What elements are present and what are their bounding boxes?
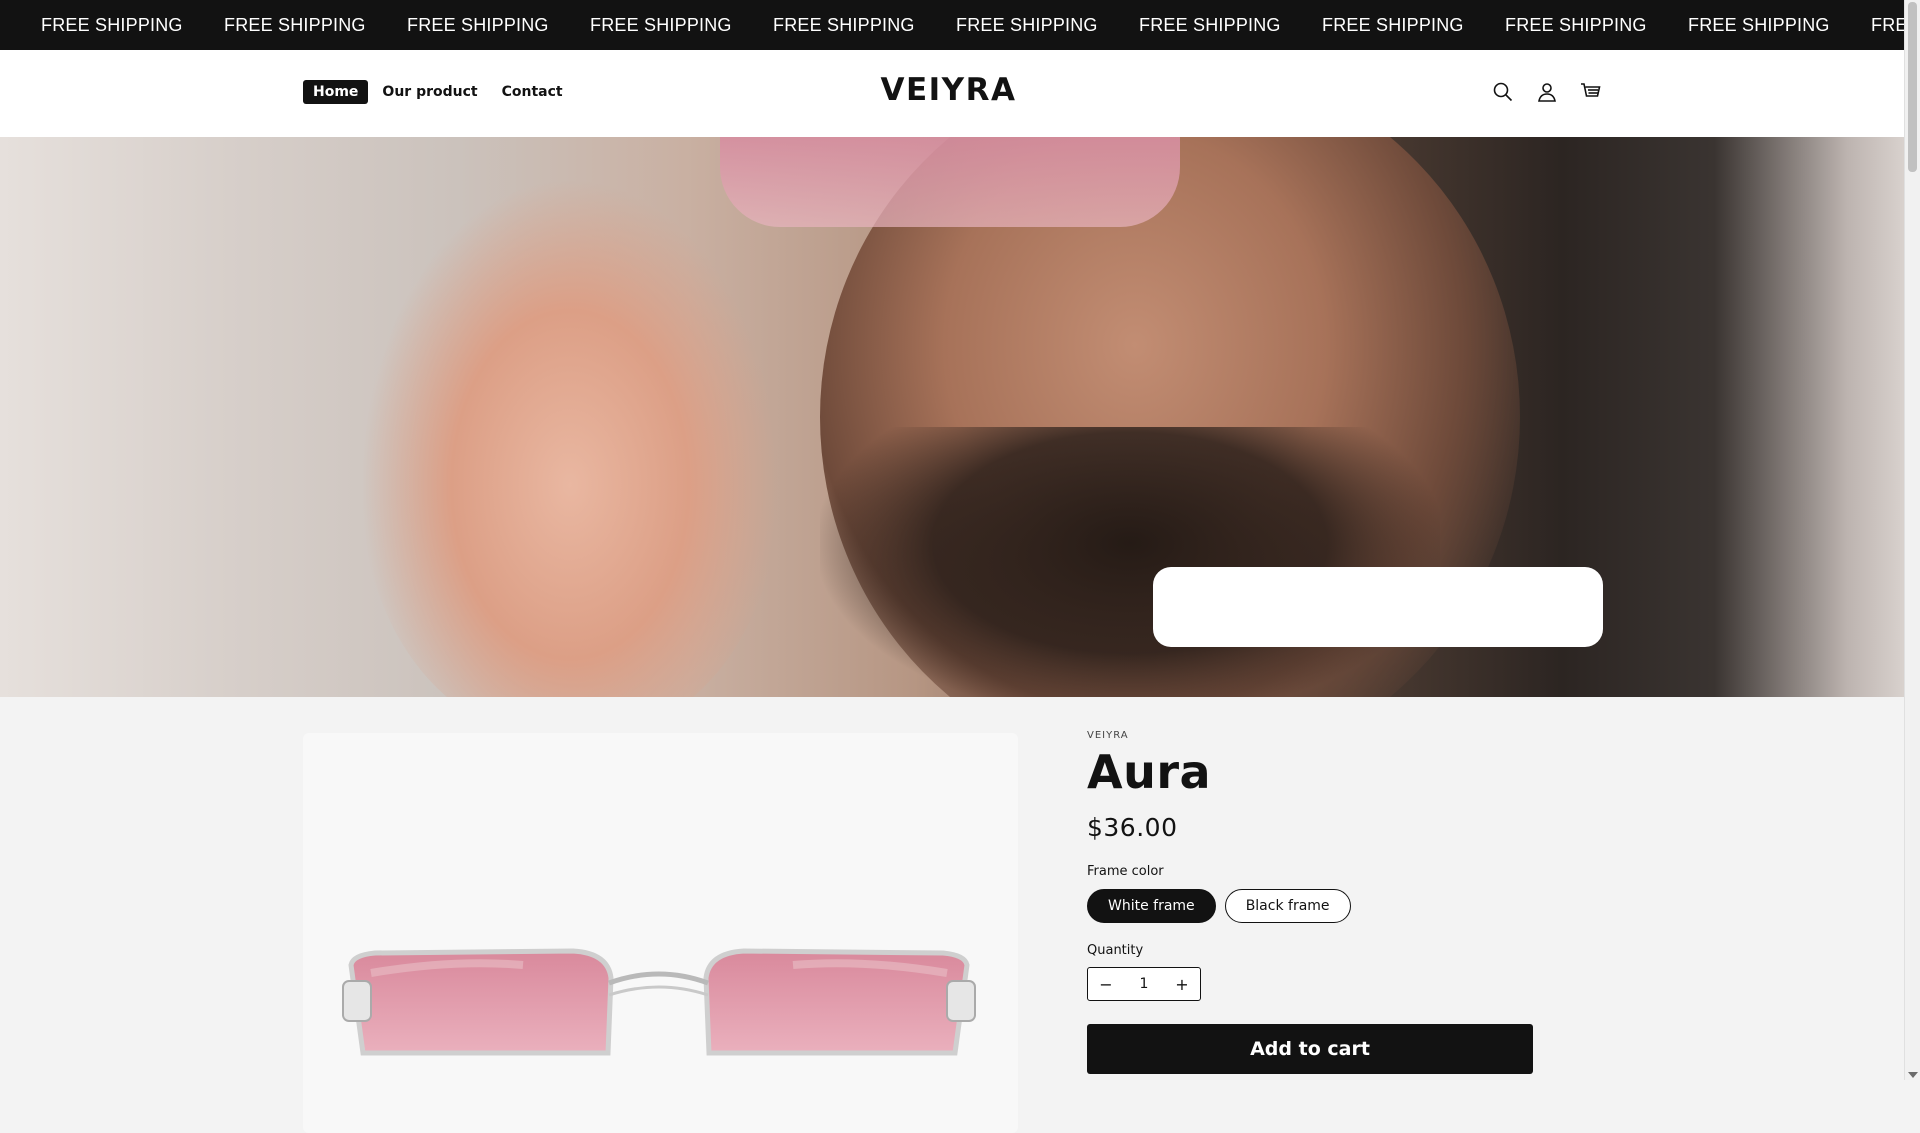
site-header: Home Our product Contact VEIYRA <box>0 50 1905 137</box>
variant-label: Frame color <box>1087 864 1164 879</box>
announcement-item: FREE SHIPPING <box>590 14 732 35</box>
announcement-track: FREE SHIPPING FREE SHIPPING FREE SHIPPIN… <box>41 0 1905 50</box>
variant-black-frame[interactable]: Black frame <box>1224 889 1351 923</box>
quantity-decrease-button[interactable]: − <box>1088 975 1124 994</box>
product-info: VEIYRA Aura $36.00 Frame color White fra… <box>1087 730 1547 1074</box>
variant-white-frame[interactable]: White frame <box>1087 889 1216 923</box>
header-icons <box>1490 79 1604 105</box>
product-title: Aura <box>1087 745 1212 799</box>
sunglasses-image <box>342 948 976 1056</box>
hero-text-card <box>1153 567 1603 647</box>
site-logo[interactable]: VEIYRA <box>0 72 1897 108</box>
announcement-item: FREE SHIPPING <box>773 14 915 35</box>
scrollbar-thumb[interactable] <box>1908 2 1917 172</box>
cart-icon[interactable] <box>1578 79 1604 105</box>
hero-hand-shape <box>360 177 780 697</box>
hero-sunglasses-shape <box>720 137 1180 227</box>
search-icon[interactable] <box>1490 79 1516 105</box>
announcement-item: FREE SHIPPING <box>1322 14 1464 35</box>
announcement-item: FREE SHIPPING <box>1871 14 1905 35</box>
quantity-stepper: − 1 + <box>1087 967 1201 1001</box>
announcement-item: FREE SHIPPING <box>1139 14 1281 35</box>
scroll-down-arrow-icon[interactable] <box>1908 1072 1918 1078</box>
product-price: $36.00 <box>1087 813 1178 842</box>
announcement-item: FREE SHIPPING <box>41 14 183 35</box>
variant-picker: White frame Black frame <box>1087 889 1547 923</box>
announcement-item: FREE SHIPPING <box>407 14 549 35</box>
page-scrollbar[interactable] <box>1904 0 1920 1080</box>
quantity-label: Quantity <box>1087 943 1144 958</box>
add-to-cart-button[interactable]: Add to cart <box>1087 1024 1533 1074</box>
quantity-increase-button[interactable]: + <box>1164 975 1200 994</box>
announcement-item: FREE SHIPPING <box>224 14 366 35</box>
product-vendor: VEIYRA <box>1087 730 1129 741</box>
announcement-bar: FREE SHIPPING FREE SHIPPING FREE SHIPPIN… <box>0 0 1905 50</box>
product-image[interactable] <box>303 733 1018 1133</box>
quantity-input[interactable]: 1 <box>1124 976 1164 992</box>
announcement-item: FREE SHIPPING <box>956 14 1098 35</box>
hero-beard-shape <box>820 427 1440 697</box>
announcement-item: FREE SHIPPING <box>1688 14 1830 35</box>
announcement-item: FREE SHIPPING <box>1505 14 1647 35</box>
account-icon[interactable] <box>1534 79 1560 105</box>
hero-banner <box>0 137 1905 697</box>
